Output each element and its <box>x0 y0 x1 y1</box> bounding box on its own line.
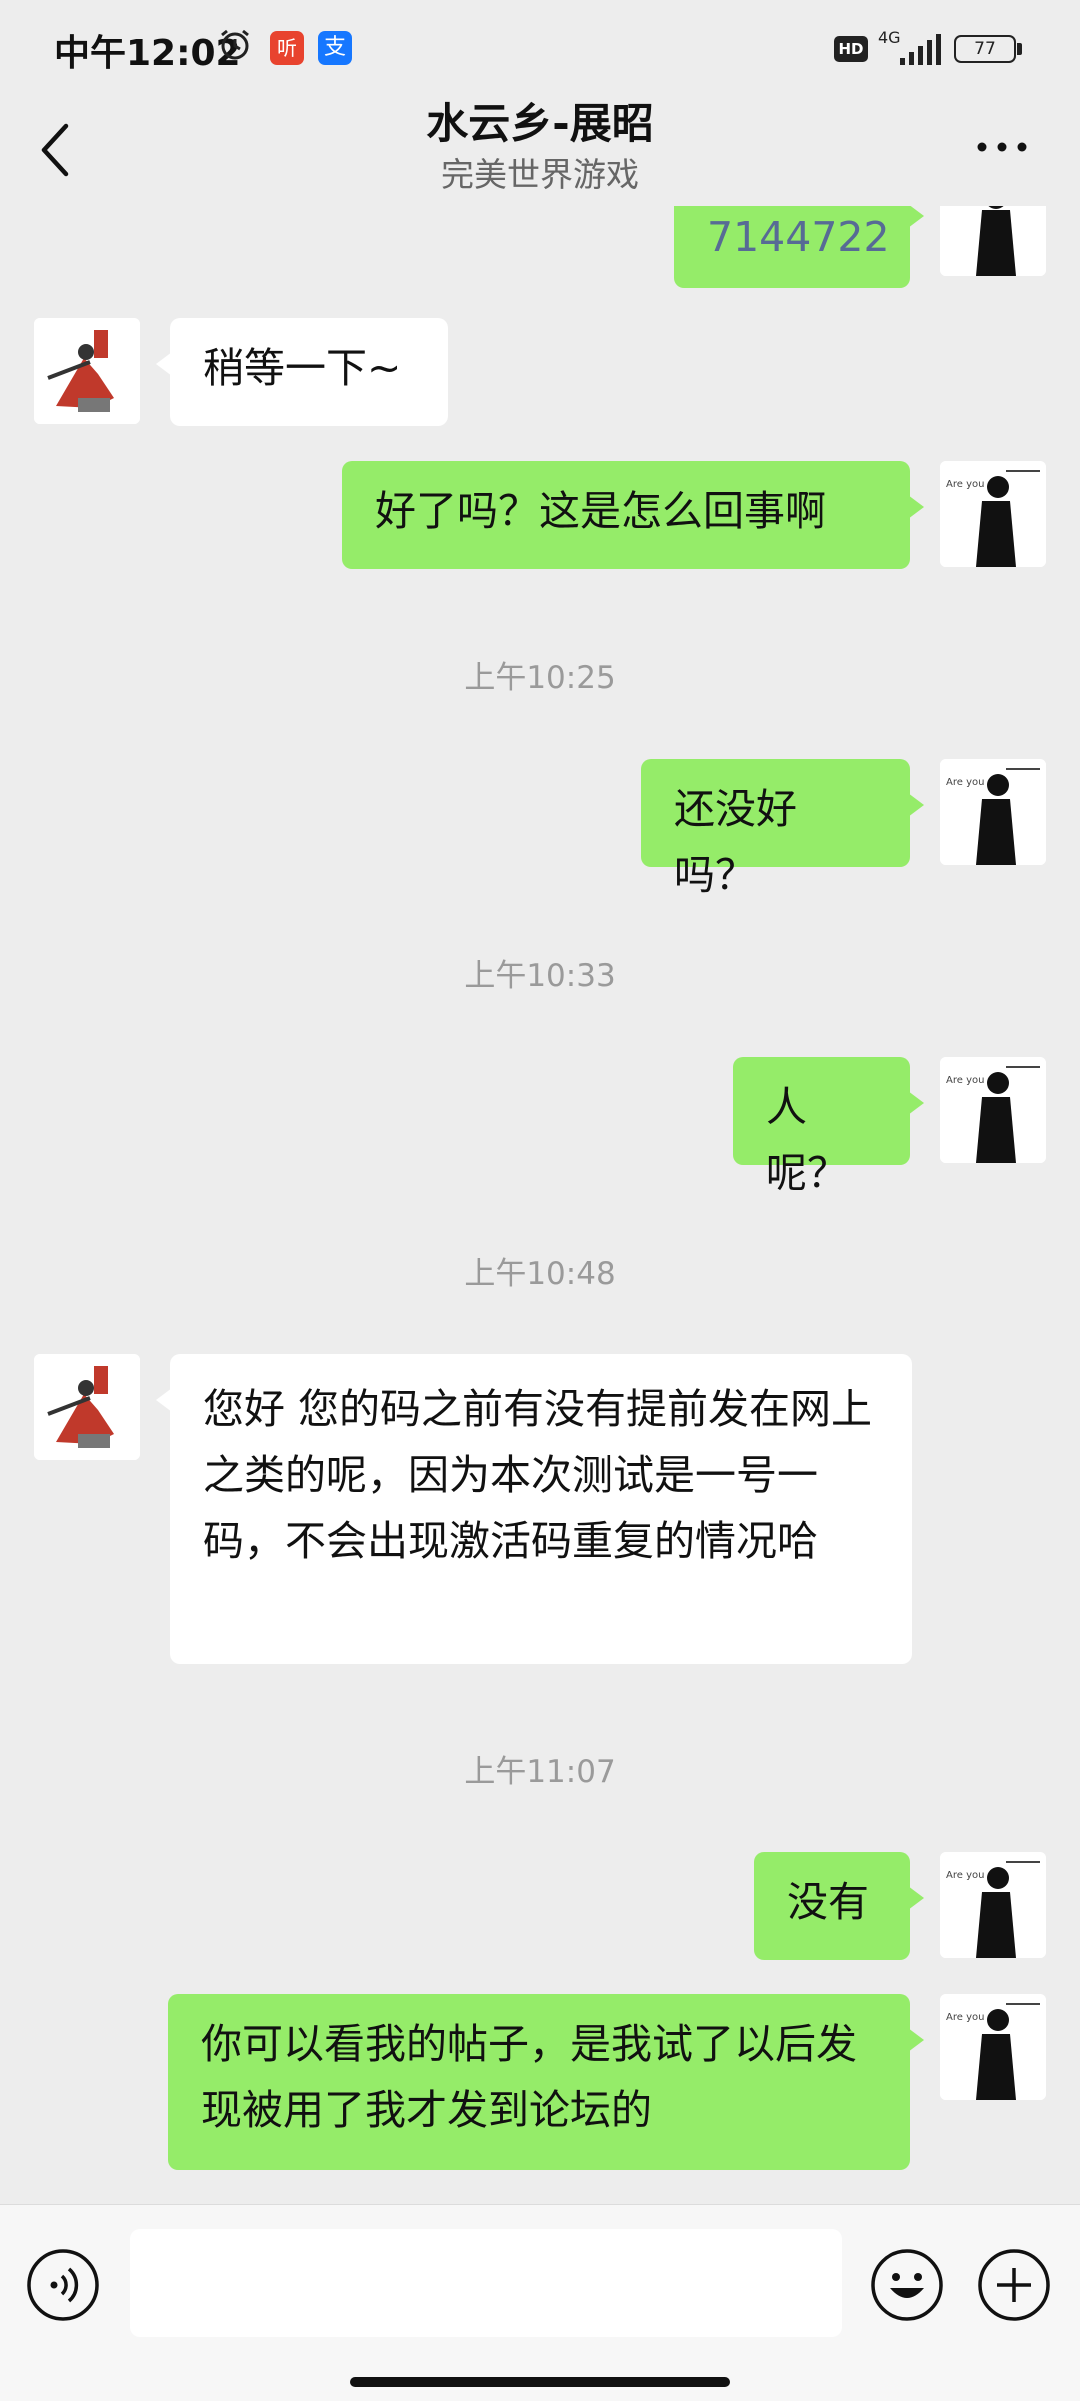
my-avatar[interactable]: Are you OK? <box>940 1852 1046 1958</box>
message-text: 好了吗？这是怎么回事啊 <box>375 487 826 535</box>
my-avatar[interactable]: Are you OK? <box>940 1994 1046 2100</box>
status-time: 中午12:02 <box>54 33 241 74</box>
home-indicator[interactable] <box>350 2377 730 2387</box>
timestamp: 上午11:07 <box>464 1754 616 1790</box>
timestamp: 上午10:33 <box>464 958 616 994</box>
contact-avatar-image <box>34 1354 140 1460</box>
my-avatar-image: Are you OK? <box>940 1994 1046 2100</box>
message-bubble[interactable]: 你可以看我的帖子，是我试了以后发现被用了我才发到论坛的 <box>168 1994 924 2170</box>
battery-icon: 77 <box>954 35 1016 63</box>
contact-avatar-image <box>34 318 140 424</box>
my-avatar-image: Are you OK? <box>940 1852 1046 1958</box>
contact-avatar[interactable] <box>34 1354 140 1460</box>
message-bubble[interactable]: 稍等一下~ <box>156 318 448 426</box>
alipay-app-icon: 支 <box>318 31 352 65</box>
message-text: 7144722 <box>707 213 890 261</box>
message-text: 人呢？ <box>766 1083 848 1197</box>
message-bubble[interactable]: 您好 您的码之前有没有提前发在网上之类的呢，因为本次测试是一号一码，不会出现激活… <box>156 1354 912 1664</box>
signal-icon <box>900 34 941 65</box>
message-bubble[interactable]: 还没好吗？ <box>641 759 924 899</box>
hd-icon: HD <box>834 36 868 62</box>
message-bubble[interactable]: 人呢？ <box>733 1057 924 1197</box>
message-bubble[interactable]: 7144722 <box>674 206 924 288</box>
my-avatar-image: Are you OK? <box>940 759 1046 865</box>
my-avatar[interactable]: Are you OK? <box>940 759 1046 865</box>
my-avatar-image: Are you OK? <box>940 1057 1046 1163</box>
message-text: 稍等一下~ <box>203 344 402 392</box>
listen-app-icon: 听 <box>270 31 304 65</box>
my-avatar[interactable]: Are you OK? <box>940 1057 1046 1163</box>
message-input[interactable] <box>130 2229 842 2337</box>
timestamp: 上午10:25 <box>464 660 616 696</box>
plus-icon[interactable] <box>977 2248 1051 2322</box>
message-bubble[interactable]: 没有 <box>754 1852 924 1960</box>
chat-header: 水云乡-展昭 完美世界游戏 <box>0 96 1080 206</box>
status-bar: 中午12:02 听 支 HD 4G 77 <box>0 0 1080 96</box>
voice-icon[interactable] <box>26 2248 100 2322</box>
message-bubble[interactable]: 好了吗？这是怎么回事啊 <box>342 461 924 569</box>
my-avatar-image <box>940 206 1046 276</box>
alarm-icon <box>221 29 249 60</box>
input-bar <box>0 2204 1080 2401</box>
battery-level: 77 <box>974 39 996 59</box>
emoji-icon[interactable] <box>870 2248 944 2322</box>
message-text: 没有 <box>787 1878 869 1926</box>
chat-title: 水云乡-展昭 <box>426 99 654 148</box>
timestamp: 上午10:48 <box>464 1256 616 1292</box>
chat-subtitle: 完美世界游戏 <box>441 155 639 194</box>
contact-avatar[interactable] <box>34 318 140 424</box>
my-avatar[interactable]: Are you OK? <box>940 461 1046 567</box>
battery-tip <box>1017 43 1022 55</box>
message-text: 还没好吗？ <box>674 785 797 899</box>
message-text: 你可以看我的帖子，是我试了以后发现被用了我才发到论坛的 <box>201 2020 857 2134</box>
more-dots-icon[interactable] <box>970 132 1034 162</box>
my-avatar-image: Are you OK? <box>940 461 1046 567</box>
my-avatar[interactable] <box>940 206 1046 276</box>
message-text: 您好 您的码之前有没有提前发在网上之类的呢，因为本次测试是一号一码，不会出现激活… <box>203 1385 873 1565</box>
message-list[interactable]: 7144722 稍等一下~ Are you OK? 好了吗？这是怎么回事啊 上午… <box>0 206 1080 2204</box>
